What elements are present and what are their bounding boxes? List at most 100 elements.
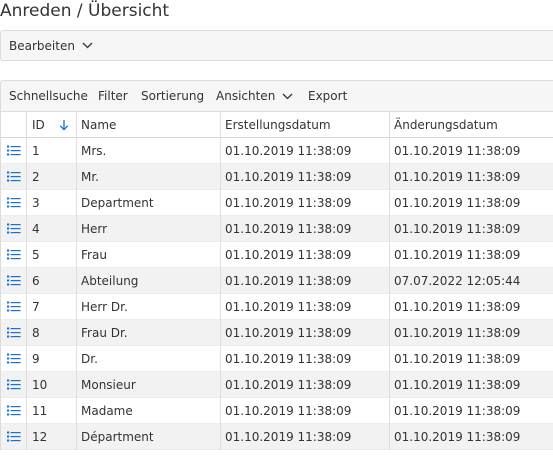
cell-id: 2 [32,169,40,184]
column-header-created[interactable]: Erstellungsdatum [221,112,390,137]
cell-name: Frau Dr. [81,325,128,340]
cell-changed: 01.10.2019 11:38:09 [394,221,521,236]
table-header-row: ID Name Erstellungsdatum Änderungsdatum [1,112,553,138]
table-row[interactable]: 8 Frau Dr. 01.10.2019 11:38:09 01.10.201… [1,320,553,346]
cell-changed: 07.07.2022 12:05:44 [394,273,521,288]
table-row[interactable]: 5 Frau 01.10.2019 11:38:09 01.10.2019 11… [1,242,553,268]
cell-changed: 01.10.2019 11:38:09 [394,351,521,366]
cell-changed: 01.10.2019 11:38:09 [394,195,521,210]
list-details-icon [7,301,21,312]
cell-id: 12 [32,429,48,444]
cell-changed: 01.10.2019 11:38:09 [394,377,521,392]
cell-name: Madame [81,403,133,418]
column-divider [26,112,27,450]
list-details-icon [7,197,21,208]
edit-menu-label: Bearbeiten [9,38,75,53]
row-details-button[interactable] [1,216,27,241]
column-header-id-label: ID [32,117,45,132]
table-row[interactable]: 7 Herr Dr. 01.10.2019 11:38:09 01.10.201… [1,294,553,320]
cell-name: Department [81,195,154,210]
list-details-icon [7,249,21,260]
row-details-button[interactable] [1,372,27,397]
cell-created: 01.10.2019 11:38:09 [225,351,352,366]
row-details-button[interactable] [1,242,27,267]
table-row[interactable]: 4 Herr 01.10.2019 11:38:09 01.10.2019 11… [1,216,553,242]
column-divider [389,112,390,450]
edit-menu-button[interactable]: Bearbeiten [9,31,93,60]
chevron-down-icon [82,42,93,49]
row-details-button[interactable] [1,424,27,449]
sort-button[interactable]: Sortierung [141,81,204,111]
table-body: 1 Mrs. 01.10.2019 11:38:09 01.10.2019 11… [1,138,553,450]
column-divider [76,112,77,450]
arrow-down-icon[interactable] [59,119,69,131]
cell-created: 01.10.2019 11:38:09 [225,247,352,262]
column-divider [220,112,221,450]
page-title: Anreden / Übersicht [0,1,170,21]
table-row[interactable]: 10 Monsieur 01.10.2019 11:38:09 01.10.20… [1,372,553,398]
column-header-name[interactable]: Name [77,112,221,137]
cell-name: Herr [81,221,108,236]
row-details-button[interactable] [1,164,27,189]
header-icon-cell [1,112,27,137]
cell-created: 01.10.2019 11:38:09 [225,429,352,444]
table-row[interactable]: 6 Abteilung 01.10.2019 11:38:09 07.07.20… [1,268,553,294]
list-details-icon [7,379,21,390]
table-row[interactable]: 2 Mr. 01.10.2019 11:38:09 01.10.2019 11:… [1,164,553,190]
cell-id: 8 [32,325,40,340]
cell-id: 1 [32,143,40,158]
row-details-button[interactable] [1,346,27,371]
cell-changed: 01.10.2019 11:38:09 [394,429,521,444]
cell-created: 01.10.2019 11:38:09 [225,143,352,158]
cell-changed: 01.10.2019 11:38:09 [394,143,521,158]
table-toolbar: Schnellsuche Filter Sortierung Ansichten… [0,80,553,111]
cell-id: 3 [32,195,40,210]
cell-changed: 01.10.2019 11:38:09 [394,299,521,314]
cell-name: Mr. [81,169,99,184]
cell-created: 01.10.2019 11:38:09 [225,299,352,314]
column-header-changed[interactable]: Änderungsdatum [390,112,553,137]
row-details-button[interactable] [1,398,27,423]
row-details-button[interactable] [1,190,27,215]
table-row[interactable]: 12 Départment 01.10.2019 11:38:09 01.10.… [1,424,553,450]
cell-id: 6 [32,273,40,288]
row-details-button[interactable] [1,320,27,345]
cell-name: Départment [81,429,154,444]
filter-button[interactable]: Filter [98,81,128,111]
cell-changed: 01.10.2019 11:38:09 [394,403,521,418]
list-details-icon [7,405,21,416]
row-details-button[interactable] [1,138,27,163]
list-details-icon [7,327,21,338]
export-button[interactable]: Export [308,81,347,111]
column-header-id[interactable]: ID [27,112,77,137]
list-details-icon [7,145,21,156]
cell-created: 01.10.2019 11:38:09 [225,325,352,340]
table-row[interactable]: 11 Madame 01.10.2019 11:38:09 01.10.2019… [1,398,553,424]
views-menu-label: Ansichten [216,89,276,103]
quick-search-button[interactable]: Schnellsuche [9,81,88,111]
cell-created: 01.10.2019 11:38:09 [225,169,352,184]
cell-id: 7 [32,299,40,314]
cell-created: 01.10.2019 11:38:09 [225,273,352,288]
chevron-down-icon [282,93,293,99]
list-details-icon [7,353,21,364]
table-row[interactable]: 9 Dr. 01.10.2019 11:38:09 01.10.2019 11:… [1,346,553,372]
cell-id: 10 [32,377,48,392]
cell-created: 01.10.2019 11:38:09 [225,377,352,392]
cell-created: 01.10.2019 11:38:09 [225,403,352,418]
cell-id: 11 [32,403,48,418]
action-bar: Bearbeiten [0,30,553,61]
cell-id: 4 [32,221,40,236]
cell-id: 5 [32,247,40,262]
table-row[interactable]: 3 Department 01.10.2019 11:38:09 01.10.2… [1,190,553,216]
cell-name: Mrs. [81,143,107,158]
row-details-button[interactable] [1,294,27,319]
cell-changed: 01.10.2019 11:38:09 [394,247,521,262]
views-menu-button[interactable]: Ansichten [216,81,293,111]
cell-name: Monsieur [81,377,136,392]
row-details-button[interactable] [1,268,27,293]
list-details-icon [7,431,21,442]
cell-name: Herr Dr. [81,299,128,314]
table-row[interactable]: 1 Mrs. 01.10.2019 11:38:09 01.10.2019 11… [1,138,553,164]
cell-id: 9 [32,351,40,366]
